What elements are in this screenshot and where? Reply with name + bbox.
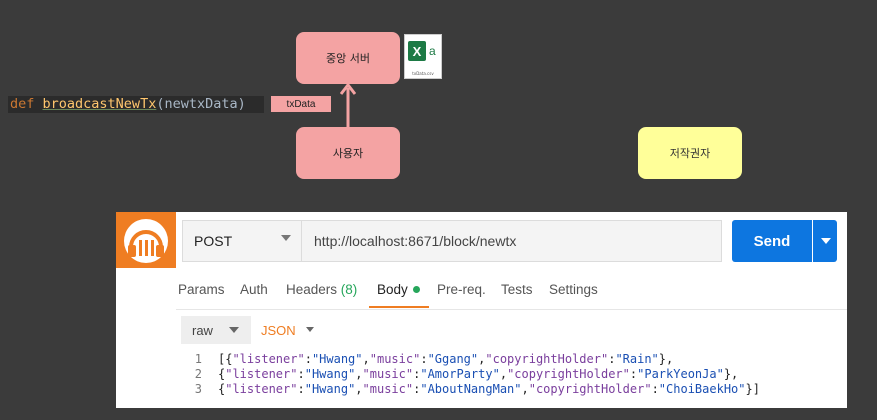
tab-params[interactable]: Params xyxy=(178,282,225,297)
copyright-holder-box: 저작권자 xyxy=(638,127,742,179)
txdata-tag: txData xyxy=(271,96,331,112)
code-param: newtxData xyxy=(164,96,238,112)
request-body-editor[interactable]: 1 [{"listener":"Hwang","music":"Ggang","c… xyxy=(178,352,760,397)
tab-settings[interactable]: Settings xyxy=(549,282,598,297)
tabs-divider xyxy=(176,309,847,310)
excel-logo-icon: X xyxy=(408,41,426,61)
body-mode-select[interactable]: raw xyxy=(181,316,251,344)
user-box: 사용자 xyxy=(296,127,400,179)
excel-file-icon: X a txData.csv xyxy=(404,34,442,79)
excel-sheet-glyph: a xyxy=(429,44,436,58)
chevron-down-icon xyxy=(281,235,291,241)
chevron-down-icon xyxy=(821,238,831,244)
code-value: "Hwang" xyxy=(311,352,363,366)
code-value: "ChoiBaekHo" xyxy=(658,382,746,396)
central-server-box: 중앙 서버 xyxy=(296,32,400,84)
code-row: 2 {"listener":"Hwang","music":"AmorParty"… xyxy=(178,367,760,382)
copyright-holder-label: 저작권자 xyxy=(669,147,711,160)
body-status-dot-icon xyxy=(412,286,420,293)
code-key: "copyrightHolder" xyxy=(507,367,630,381)
line-number: 2 xyxy=(194,367,202,381)
code-value: "Ggang" xyxy=(427,352,479,366)
body-mode-value: raw xyxy=(192,323,213,338)
code-close-paren: ) xyxy=(237,96,246,112)
tab-body-label: Body xyxy=(377,282,408,297)
code-function-name: broadcastNewTx xyxy=(42,96,157,112)
txdata-tag-text: txData xyxy=(286,98,316,110)
code-key: "copyrightHolder" xyxy=(528,382,652,396)
code-value: "AmorParty" xyxy=(420,367,500,381)
method-value: POST xyxy=(194,233,233,249)
url-value: http://localhost:8671/block/newtx xyxy=(314,233,517,249)
line-number: 3 xyxy=(194,382,202,396)
code-bracket: }, xyxy=(658,352,674,366)
code-key: "listener" xyxy=(225,382,298,396)
code-value: "Hwang" xyxy=(304,382,356,396)
method-select[interactable]: POST xyxy=(182,220,302,262)
code-row: 1 [{"listener":"Hwang","music":"Ggang","c… xyxy=(178,352,760,367)
user-to-server-arrow xyxy=(340,82,356,130)
chevron-down-icon xyxy=(229,327,239,333)
code-row: 3 {"listener":"Hwang","music":"AboutNangM… xyxy=(178,382,760,397)
postman-request-panel: POST http://localhost:8671/block/newtx S… xyxy=(116,212,847,408)
code-bracket: }] xyxy=(745,382,760,396)
line-number: 1 xyxy=(194,352,202,366)
postman-logo xyxy=(116,212,176,268)
code-key: "copyrightHolder" xyxy=(485,352,609,366)
code-key: "music" xyxy=(362,382,414,396)
tab-body[interactable]: Body xyxy=(377,282,420,297)
tab-headers[interactable]: Headers (8) xyxy=(286,282,357,297)
code-snippet: def broadcastNewTx(newtxData) xyxy=(8,96,264,113)
url-input[interactable]: http://localhost:8671/block/newtx xyxy=(301,220,722,262)
headers-count-badge: (8) xyxy=(340,282,358,297)
send-button[interactable]: Send xyxy=(732,220,812,262)
tab-tests[interactable]: Tests xyxy=(501,282,533,297)
code-key: "listener" xyxy=(225,367,298,381)
code-key: "listener" xyxy=(232,352,305,366)
code-key: "music" xyxy=(369,352,421,366)
excel-file-name: txData.csv xyxy=(412,71,434,76)
user-label: 사용자 xyxy=(332,147,364,160)
central-server-label: 중앙 서버 xyxy=(326,52,370,65)
code-value: "Hwang" xyxy=(304,367,356,381)
code-value: "ParkYeonJa" xyxy=(637,367,724,381)
tab-prereq[interactable]: Pre-req. xyxy=(437,282,486,297)
code-bracket: }, xyxy=(723,367,739,381)
body-format-select[interactable]: JSON xyxy=(261,323,296,338)
code-value: "Rain" xyxy=(615,352,659,366)
send-options-button[interactable] xyxy=(813,220,837,262)
code-keyword: def xyxy=(10,96,35,112)
send-button-label: Send xyxy=(753,232,791,250)
code-value: "AboutNangMan" xyxy=(420,382,522,396)
tab-auth[interactable]: Auth xyxy=(240,282,268,297)
headphones-icon xyxy=(124,219,168,263)
chevron-down-icon[interactable] xyxy=(306,327,314,332)
code-bracket: [{ xyxy=(218,352,233,366)
code-key: "music" xyxy=(362,367,414,381)
tab-headers-label: Headers xyxy=(286,282,338,297)
active-tab-indicator xyxy=(369,306,429,308)
